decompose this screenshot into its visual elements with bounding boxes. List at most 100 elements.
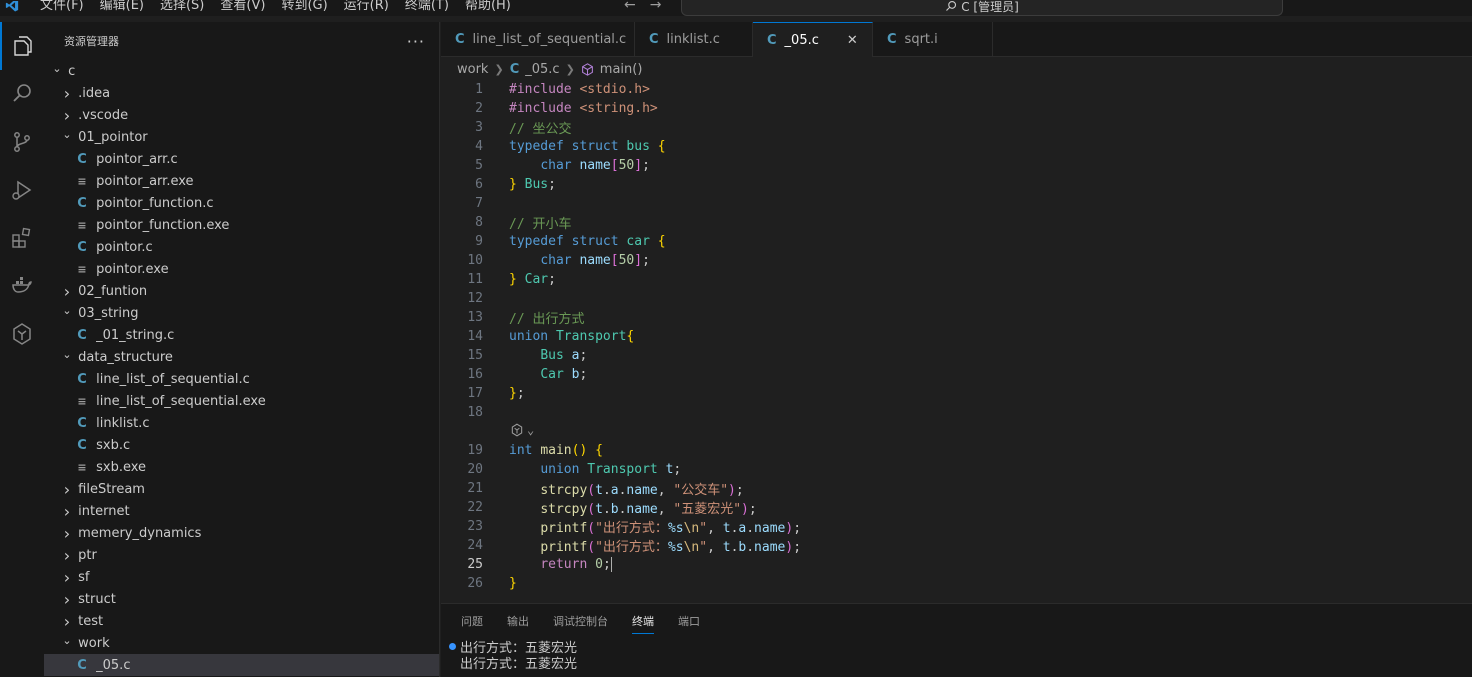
title-bar: 文件(F) 编辑(E) 选择(S) 查看(V) 转到(G) 运行(R) 终端(T) 帮助(H)… (0, 0, 1472, 16)
source-control-icon[interactable] (0, 118, 44, 166)
code-text: printf("出行方式：%s\n", t.a.name); (540, 521, 802, 536)
breadcrumb-symbol[interactable]: main() (600, 62, 643, 77)
line-number: 24 (467, 538, 483, 553)
chevron-right-icon: › (63, 589, 71, 609)
folder-item[interactable]: › struct (44, 588, 439, 610)
folder-item[interactable]: › internet (44, 500, 439, 522)
file-item[interactable]: C linklist.c (44, 412, 439, 434)
file-item[interactable]: ≡ pointor_function.exe (44, 214, 439, 236)
codelens[interactable]: ⌄ (509, 421, 534, 439)
folder-item[interactable]: ⌄ 01_pointor (44, 126, 439, 148)
line-number: 2 (475, 101, 483, 116)
forward-arrow-icon[interactable]: → (650, 0, 662, 13)
menu-item[interactable]: 运行(R) (336, 0, 397, 13)
code-line: 26} (441, 574, 1472, 593)
terminal[interactable]: 出行方式：五菱宏光 出行方式：五菱宏光 (441, 638, 1472, 672)
file-item[interactable]: ≡ pointor.exe (44, 258, 439, 280)
tree-item-label: pointor_arr.exe (96, 173, 194, 189)
panel-tab[interactable]: 终端 (632, 613, 654, 634)
tree-item-label: test (78, 613, 104, 629)
code-text: } (509, 576, 517, 591)
folder-item[interactable]: › test (44, 610, 439, 632)
docker-icon[interactable] (0, 262, 44, 310)
breadcrumb-file[interactable]: _05.c (525, 62, 559, 77)
code-text: Car b; (540, 367, 588, 382)
panel-tab[interactable]: 输出 (507, 613, 529, 629)
more-actions-icon[interactable]: ··· (407, 32, 425, 51)
exe-file-icon: ≡ (77, 460, 87, 474)
folder-item[interactable]: ⌄ c (44, 60, 439, 82)
copilot-icon[interactable] (0, 310, 44, 358)
menu-item[interactable]: 转到(G) (273, 0, 335, 13)
tree-item-label: line_list_of_sequential.c (96, 371, 250, 387)
panel-tab[interactable]: 端口 (678, 613, 700, 629)
chevron-right-icon: › (63, 545, 71, 565)
run-debug-icon[interactable] (0, 166, 44, 214)
tab-label: _05.c (784, 32, 819, 48)
panel-tab[interactable]: 问题 (461, 613, 483, 629)
editor-tabs: Cline_list_of_sequential.c Clinklist.c C _0… (441, 22, 1472, 57)
code-text: #include <string.h> (509, 101, 658, 116)
command-center[interactable]: C [管理员] (681, 0, 1283, 16)
folder-item[interactable]: ⌄ work (44, 632, 439, 654)
folder-item[interactable]: ⌄ data_structure (44, 346, 439, 368)
breadcrumb-folder[interactable]: work (457, 62, 488, 77)
tree-item-label: c (68, 63, 76, 79)
file-item[interactable]: C pointor.c (44, 236, 439, 258)
folder-item[interactable]: › .idea (44, 82, 439, 104)
file-item[interactable]: C line_list_of_sequential.c (44, 368, 439, 390)
line-number: 9 (475, 234, 483, 249)
menu-item[interactable]: 文件(F) (32, 0, 92, 13)
folder-item[interactable]: › ptr (44, 544, 439, 566)
search-icon[interactable] (0, 70, 44, 118)
code-text: union Transport{ (509, 329, 635, 344)
code-line: 24 printf("出行方式：%s\n", t.b.name); (441, 536, 1472, 555)
file-item[interactable]: C _01_string.c (44, 324, 439, 346)
editor-tab[interactable]: Csqrt.i (873, 22, 993, 57)
search-icon (946, 0, 957, 11)
folder-item[interactable]: ⌄ 03_string (44, 302, 439, 324)
file-item[interactable]: ≡ pointor_arr.exe (44, 170, 439, 192)
code-text: Bus a; (540, 348, 588, 363)
editor-tab[interactable]: C _05.c ✕ (753, 22, 873, 57)
file-item[interactable]: ≡ line_list_of_sequential.exe (44, 390, 439, 412)
line-number: 23 (467, 519, 483, 534)
editor-tab[interactable]: Clinklist.c (635, 22, 753, 57)
menu-item[interactable]: 选择(S) (152, 0, 212, 13)
back-arrow-icon[interactable]: ← (624, 0, 636, 13)
code-text: char name[50]; (540, 158, 650, 173)
menu-item[interactable]: 编辑(E) (92, 0, 152, 13)
folder-item[interactable]: › 02_funtion (44, 280, 439, 302)
folder-item[interactable]: › sf (44, 566, 439, 588)
code-line: 2 #include <string.h> (441, 99, 1472, 118)
tree-item-label: .vscode (78, 107, 129, 123)
chevron-right-icon: › (63, 567, 71, 587)
code-text: strcpy(t.b.name, "五菱宏光"); (540, 502, 757, 517)
file-item[interactable]: C pointor_arr.c (44, 148, 439, 170)
editor-tab[interactable]: Cline_list_of_sequential.c (441, 22, 635, 57)
tree-item-label: pointor.exe (96, 261, 169, 277)
explorer-icon[interactable] (0, 22, 44, 70)
folder-item[interactable]: › fileStream (44, 478, 439, 500)
menu-item[interactable]: 查看(V) (212, 0, 273, 13)
file-item[interactable]: C _05.c (44, 654, 439, 676)
file-item[interactable]: ≡ sxb.exe (44, 456, 439, 478)
panel-tab[interactable]: 调试控制台 (553, 613, 608, 629)
file-item[interactable]: C sxb.c (44, 434, 439, 456)
close-icon[interactable]: ✕ (847, 33, 858, 48)
c-file-icon: C (649, 32, 659, 47)
folder-item[interactable]: › .vscode (44, 104, 439, 126)
code-text: // 出行方式 (509, 312, 585, 327)
code-text: return 0; (540, 557, 612, 572)
chevron-right-icon: › (63, 281, 71, 301)
folder-item[interactable]: › memery_dynamics (44, 522, 439, 544)
line-number: 15 (467, 348, 483, 363)
code-editor[interactable]: ⌄ 1 #include <stdio.h> 2 #include <string.h… (441, 80, 1472, 602)
c-file-icon: C (77, 657, 87, 673)
status-dot-icon (449, 642, 456, 650)
code-line: 3 // 坐公交 (441, 118, 1472, 137)
extensions-icon[interactable] (0, 214, 44, 262)
menu-item[interactable]: 帮助(H) (457, 0, 519, 13)
menu-item[interactable]: 终端(T) (397, 0, 457, 13)
file-item[interactable]: C pointor_function.c (44, 192, 439, 214)
